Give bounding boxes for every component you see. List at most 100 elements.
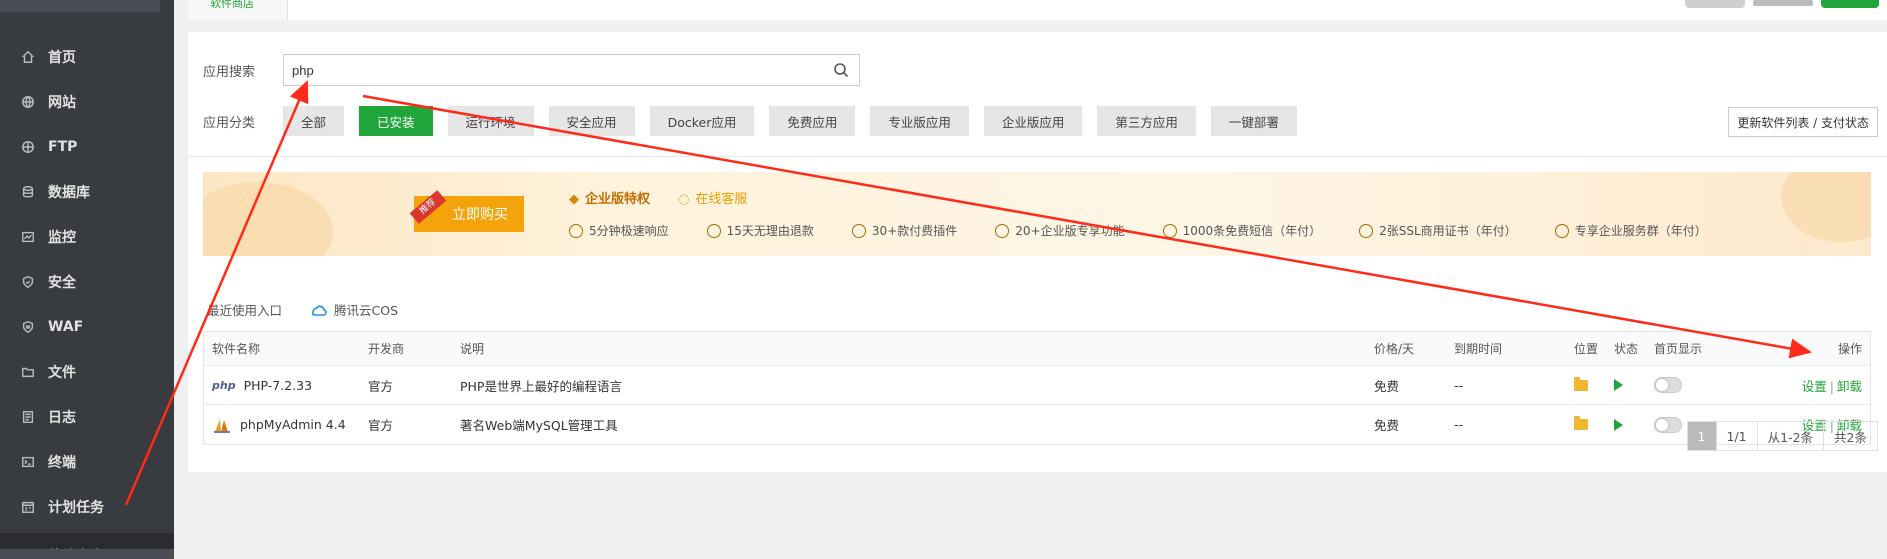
category-label: 应用分类 xyxy=(203,115,256,131)
cell-vendor: 官方 xyxy=(368,418,394,433)
sidebar-item-logs[interactable]: 日志 xyxy=(0,394,174,439)
sidebar-item-monitor[interactable]: 监控 xyxy=(0,214,174,259)
category-installed[interactable]: 已安装 xyxy=(359,106,433,136)
search-input[interactable] xyxy=(292,62,812,78)
category-one-click-deploy[interactable]: 一键部署 xyxy=(1210,106,1297,136)
col-header-desc: 说明 xyxy=(460,342,485,356)
folder-icon xyxy=(20,364,36,380)
category-free[interactable]: 免费应用 xyxy=(769,106,856,136)
sidebar-item-terminal[interactable]: 终端 xyxy=(0,439,174,484)
database-icon xyxy=(20,184,36,200)
topbar-upgrade-button[interactable] xyxy=(1821,0,1879,8)
category-security[interactable]: 安全应用 xyxy=(548,106,635,136)
homepage-display-toggle[interactable] xyxy=(1654,377,1682,393)
cell-name[interactable]: phpMyAdmin 4.4 xyxy=(204,416,368,434)
cell-desc: PHP是世界上最好的编程语言 xyxy=(460,378,622,394)
cell-vendor: 官方 xyxy=(368,378,394,394)
search-label: 应用搜索 xyxy=(203,64,256,80)
sidebar-top-strip xyxy=(0,0,160,12)
refresh-software-list-button[interactable]: 更新软件列表 / 支付状态 xyxy=(1728,107,1878,137)
page-total: 共2条 xyxy=(1834,429,1867,445)
software-table: 软件名称 开发商 说明 价格/天 到期时间 位置 状态 首页显示 操作 php … xyxy=(203,331,1871,445)
settings-link[interactable]: 设置 xyxy=(1802,379,1827,394)
page-range: 从1-2条 xyxy=(1758,422,1825,450)
sidebar-item-cron[interactable]: 计划任务 xyxy=(0,484,174,529)
sidebar-item-website[interactable]: 网站 xyxy=(0,79,174,124)
category-enterprise[interactable]: 企业版应用 xyxy=(983,106,1083,136)
feature-item: 专享企业服务群（年付） xyxy=(1554,222,1707,239)
clock-icon xyxy=(569,223,583,238)
sidebar-item-label: 首页 xyxy=(48,49,76,66)
feature-text: 15天无理由退款 xyxy=(726,224,814,238)
feature-item: 30+款付费插件 xyxy=(851,222,957,239)
col-header-actions: 操作 xyxy=(1837,342,1862,356)
col-header-status: 状态 xyxy=(1614,342,1639,356)
cell-price: 免费 xyxy=(1374,378,1400,394)
pagination: 1 1/1 从1-2条 共2条 xyxy=(1686,421,1878,451)
software-name: PHP-7.2.33 xyxy=(243,377,313,393)
online-service-link[interactable]: ◌ 在线客服 xyxy=(678,188,747,207)
category-all[interactable]: 全部 xyxy=(283,106,345,136)
buy-now-button[interactable]: 推荐 立即购买 xyxy=(409,190,524,232)
sidebar: 首页 网站 FTP 数据库 监控 安全 WAF 文件 日志 终端 计划任务 xyxy=(0,0,174,559)
category-docker[interactable]: Docker应用 xyxy=(649,106,755,136)
sidebar-item-home[interactable]: 首页 xyxy=(0,34,174,79)
sidebar-item-label: 计划任务 xyxy=(48,499,104,516)
category-pro[interactable]: 专业版应用 xyxy=(870,106,969,136)
table-header: 软件名称 开发商 说明 价格/天 到期时间 位置 状态 首页显示 操作 xyxy=(204,332,1870,366)
open-folder-icon[interactable] xyxy=(1574,416,1588,430)
sidebar-item-security[interactable]: 安全 xyxy=(0,259,174,304)
ssl-icon xyxy=(1359,223,1374,238)
sidebar-item-files[interactable]: 文件 xyxy=(0,349,174,394)
uninstall-link[interactable]: 卸载 xyxy=(1837,379,1862,394)
diamond-icon: ◆ xyxy=(569,192,579,207)
sidebar-item-database[interactable]: 数据库 xyxy=(0,169,174,214)
feature-item: 1000条免费短信（年付） xyxy=(1162,222,1321,239)
cell-name[interactable]: php PHP-7.2.33 xyxy=(204,378,368,393)
banner-decoration xyxy=(203,182,333,256)
tab-label: 软件商店 xyxy=(210,0,254,10)
category-runtime[interactable]: 运行环境 xyxy=(447,106,534,136)
table-row: php PHP-7.2.33 官方 PHP是世界上最好的编程语言 免费 -- 设… xyxy=(204,366,1870,405)
page-current[interactable]: 1 xyxy=(1687,422,1717,450)
monitor-icon xyxy=(20,229,36,245)
sidebar-item-label: 数据库 xyxy=(48,184,90,201)
col-header-price[interactable]: 价格/天 xyxy=(1374,340,1454,357)
running-status-icon[interactable] xyxy=(1614,418,1623,431)
enterprise-banner: 推荐 立即购买 ◆ 企业版特权 ◌ 在线客服 5分钟极速响应 15天无理由退款 30… xyxy=(203,172,1871,256)
mail-icon xyxy=(1162,223,1177,238)
topbar-right-controls xyxy=(1685,0,1879,10)
recent-item-tencent-cos[interactable]: 腾讯云COS xyxy=(310,300,398,319)
privilege-header: ◆ 企业版特权 ◌ 在线客服 xyxy=(569,188,747,207)
sidebar-item-label: FTP xyxy=(48,138,78,155)
running-status-icon[interactable] xyxy=(1614,379,1623,391)
cell-homepage-toggle xyxy=(1654,377,1754,393)
phpmyadmin-logo-icon xyxy=(214,418,230,433)
ftp-icon xyxy=(20,139,36,155)
homepage-display-toggle[interactable] xyxy=(1654,416,1682,433)
topbar-badge[interactable] xyxy=(1685,0,1745,8)
sidebar-item-ftp[interactable]: FTP xyxy=(0,124,174,169)
col-header-expire[interactable]: 到期时间 xyxy=(1454,340,1574,357)
cell-actions: 设置 | 卸载 xyxy=(1754,376,1870,395)
feature-text: 20+企业版专享功能 xyxy=(1015,224,1125,238)
sidebar-item-label: WAF xyxy=(48,318,84,335)
tab-app-store[interactable]: 软件商店 xyxy=(188,0,288,20)
terminal-icon xyxy=(20,454,36,470)
search-box[interactable] xyxy=(283,54,860,86)
table-row: phpMyAdmin 4.4 官方 著名Web端MySQL管理工具 免费 -- … xyxy=(204,405,1870,444)
category-third-party[interactable]: 第三方应用 xyxy=(1097,106,1196,136)
cloud-icon xyxy=(311,305,327,316)
app-store-panel: 应用搜索 应用分类 全部 已安装 运行环境 安全应用 Docker应用 免费应用… xyxy=(188,32,1887,472)
col-header-location: 位置 xyxy=(1574,342,1599,356)
action-separator: | xyxy=(1829,378,1834,394)
calendar-icon xyxy=(20,499,36,515)
sidebar-item-waf[interactable]: WAF xyxy=(0,304,174,349)
col-header-vendor: 开发商 xyxy=(368,342,405,356)
sidebar-item-label: 日志 xyxy=(48,409,76,426)
shield-icon xyxy=(20,274,36,290)
open-folder-icon[interactable] xyxy=(1574,376,1588,391)
search-icon[interactable] xyxy=(833,62,849,78)
sidebar-item-label: 安全 xyxy=(48,274,76,291)
chat-icon: ◌ xyxy=(678,192,690,207)
